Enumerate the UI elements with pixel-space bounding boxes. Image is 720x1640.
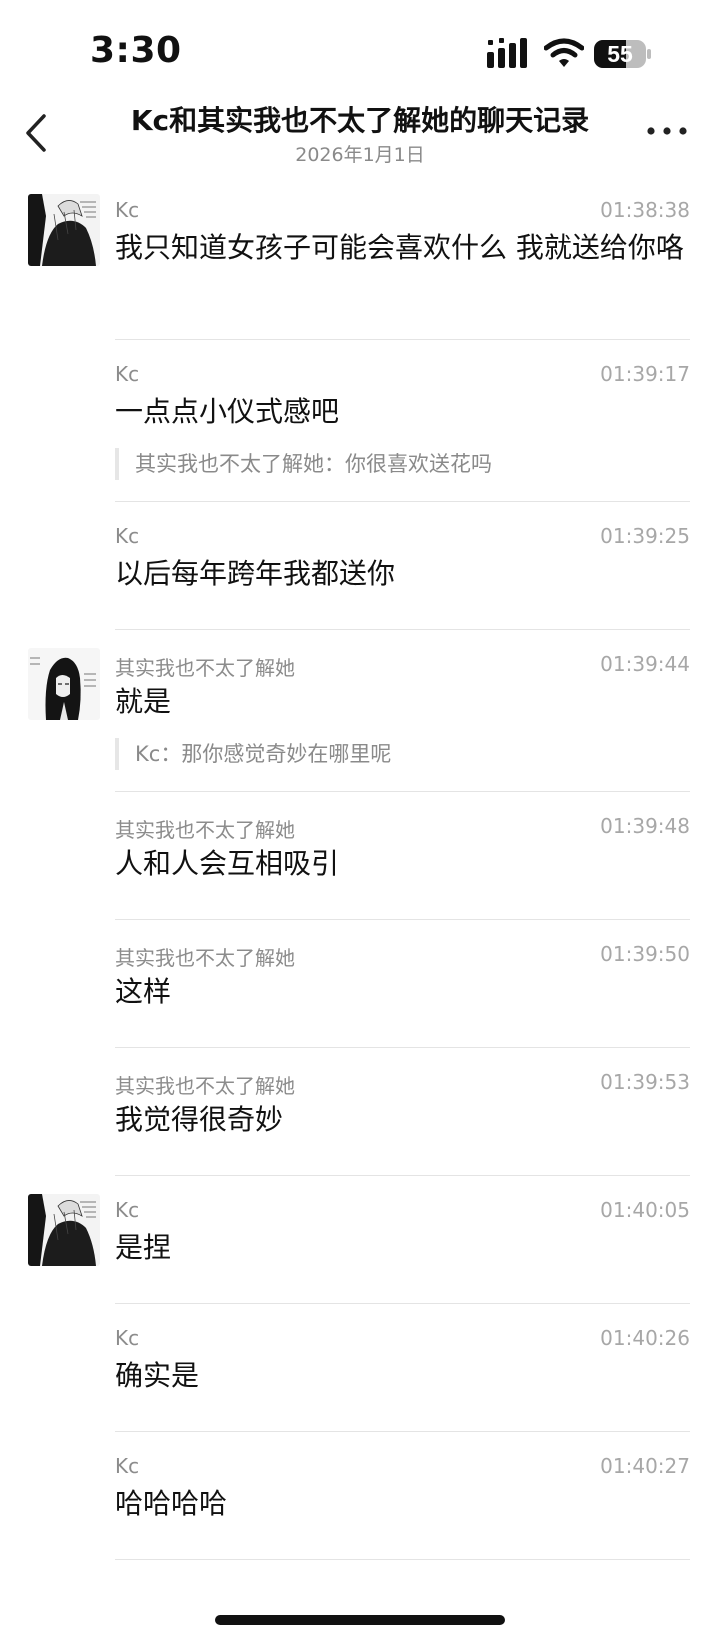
quoted-message[interactable]: Kc：那你感觉奇妙在哪里呢 — [115, 738, 391, 770]
message-item[interactable]: Kc 01:39:17 一点点小仪式感吧 其实我也不太了解她：你很喜欢送花吗 — [0, 340, 720, 502]
more-icon[interactable] — [646, 124, 688, 138]
message-text: 我觉得很奇妙 — [115, 1103, 284, 1136]
message-time: 01:39:53 — [600, 1070, 690, 1094]
nav-bar: Kc和其实我也不太了解她的聊天记录 2026年1月1日 — [0, 96, 720, 172]
wifi-icon — [544, 38, 584, 67]
message-time: 01:38:38 — [600, 198, 690, 222]
message-sender: 其实我也不太了解她 — [115, 946, 295, 970]
message-text: 是捏 — [115, 1231, 172, 1264]
battery-icon: 55 — [594, 40, 651, 68]
kc-avatar-image — [28, 1194, 100, 1266]
message-time: 01:40:27 — [600, 1454, 690, 1478]
message-text: 我只知道女孩子可能会喜欢什么 我就送给你咯 — [115, 231, 684, 264]
message-sender: Kc — [115, 362, 140, 386]
message-sender: Kc — [115, 1326, 140, 1350]
message-text: 确实是 — [115, 1359, 200, 1392]
message-sender: Kc — [115, 524, 140, 548]
message-item[interactable]: Kc 01:39:25 以后每年跨年我都送你 — [0, 502, 720, 630]
cellular-signal-icon — [487, 38, 527, 68]
message-text: 一点点小仪式感吧 — [115, 395, 340, 428]
message-time: 01:39:48 — [600, 814, 690, 838]
status-bar: 3:30 55 — [0, 0, 720, 96]
message-text: 这样 — [115, 975, 172, 1008]
message-text: 人和人会互相吸引 — [115, 847, 340, 880]
message-time: 01:40:05 — [600, 1198, 690, 1222]
message-item[interactable]: Kc 01:38:38 我只知道女孩子可能会喜欢什么 我就送给你咯 — [0, 176, 720, 340]
message-time: 01:40:26 — [600, 1326, 690, 1350]
avatar[interactable] — [28, 648, 100, 720]
message-item[interactable]: 其实我也不太了解她 01:39:48 人和人会互相吸引 — [0, 792, 720, 920]
message-item[interactable]: Kc 01:40:26 确实是 — [0, 1304, 720, 1432]
message-time: 01:39:25 — [600, 524, 690, 548]
message-sender: Kc — [115, 198, 140, 222]
message-item[interactable]: 其实我也不太了解她 01:39:44 就是 Kc：那你感觉奇妙在哪里呢 — [0, 630, 720, 792]
page-title: Kc和其实我也不太了解她的聊天记录 — [130, 104, 590, 137]
message-time: 01:39:44 — [600, 652, 690, 676]
message-item[interactable]: 其实我也不太了解她 01:39:53 我觉得很奇妙 — [0, 1048, 720, 1176]
message-sender: 其实我也不太了解她 — [115, 1074, 295, 1098]
chevron-left-icon[interactable] — [18, 108, 54, 158]
message-time: 01:39:17 — [600, 362, 690, 386]
message-item[interactable]: 其实我也不太了解她 01:39:50 这样 — [0, 920, 720, 1048]
quoted-message[interactable]: 其实我也不太了解她：你很喜欢送花吗 — [115, 448, 492, 480]
other-avatar-image — [28, 648, 100, 720]
message-item[interactable]: Kc 01:40:05 是捏 — [0, 1176, 720, 1304]
message-sender: 其实我也不太了解她 — [115, 818, 295, 842]
message-sender: Kc — [115, 1454, 140, 1478]
kc-avatar-image — [28, 194, 100, 266]
message-sender: 其实我也不太了解她 — [115, 656, 295, 680]
battery-level: 55 — [607, 41, 633, 67]
home-indicator[interactable] — [215, 1615, 505, 1625]
message-time: 01:39:50 — [600, 942, 690, 966]
status-time: 3:30 — [90, 30, 182, 71]
page-subtitle: 2026年1月1日 — [295, 144, 425, 166]
message-sender: Kc — [115, 1198, 140, 1222]
message-text: 哈哈哈哈 — [115, 1487, 228, 1520]
message-list: Kc 01:38:38 我只知道女孩子可能会喜欢什么 我就送给你咯 Kc 01:… — [0, 176, 720, 1560]
avatar[interactable] — [28, 1194, 100, 1266]
message-text: 以后每年跨年我都送你 — [115, 557, 396, 590]
message-text: 就是 — [115, 685, 172, 718]
avatar[interactable] — [28, 194, 100, 266]
message-item[interactable]: Kc 01:40:27 哈哈哈哈 — [0, 1432, 720, 1560]
